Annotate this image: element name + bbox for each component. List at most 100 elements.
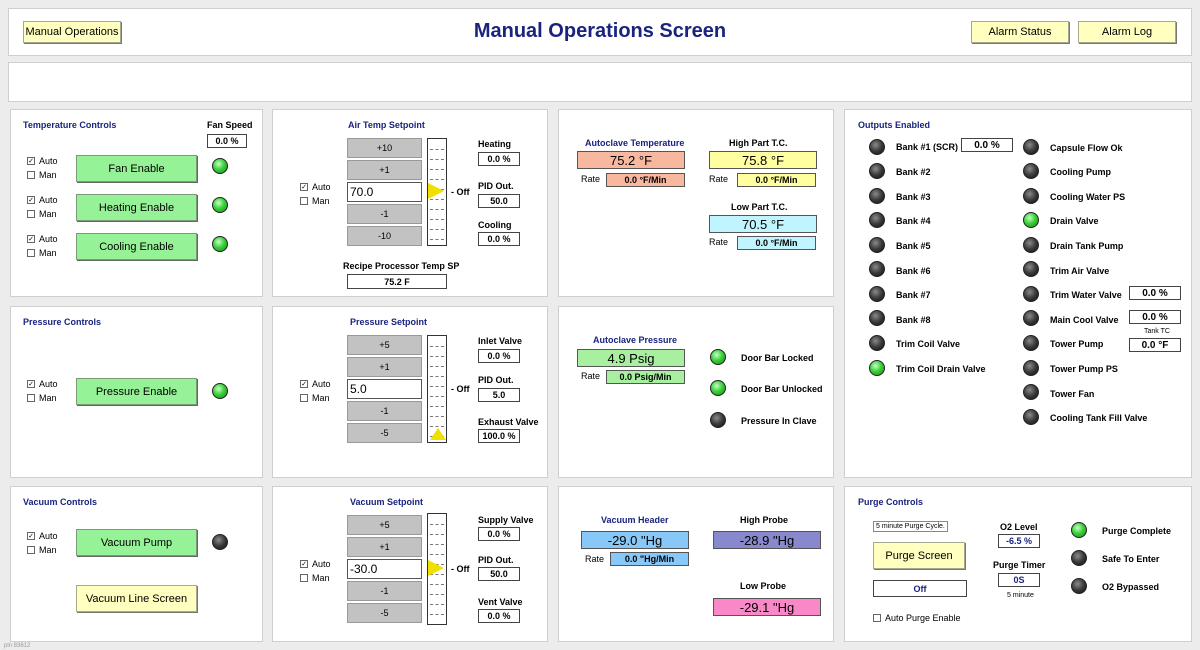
air-plus1-button[interactable]: +1 bbox=[347, 160, 422, 180]
output-label-trim-coil-drain: Trim Coil Drain Valve bbox=[896, 364, 986, 374]
vacuum-auto-checkbox[interactable]: ✓ Auto bbox=[27, 531, 58, 541]
cooling-label: Cooling bbox=[478, 220, 512, 230]
purge-screen-button[interactable]: Purge Screen bbox=[873, 542, 965, 569]
output-label-trim-water-valve: Trim Water Valve bbox=[1050, 290, 1122, 300]
heating-label: Heating bbox=[478, 139, 512, 149]
output-led-drain-valve bbox=[1023, 212, 1039, 228]
tank-tc-label: Tank TC bbox=[1144, 328, 1170, 335]
autoclave-temperature-panel: Autoclave Temperature 75.2 °F Rate 0.0 °… bbox=[558, 109, 834, 297]
output-led-drain-tank-pump bbox=[1023, 237, 1039, 253]
purge-complete-led bbox=[1071, 522, 1087, 538]
output-led-tower-fan bbox=[1023, 384, 1039, 400]
air-plus10-button[interactable]: +10 bbox=[347, 138, 422, 158]
pressure-setpoint-pointer bbox=[430, 428, 446, 440]
vacuum-line-screen-button[interactable]: Vacuum Line Screen bbox=[76, 585, 197, 612]
heating-enable-button[interactable]: Heating Enable bbox=[76, 194, 197, 221]
output-label-trim-air-valve: Trim Air Valve bbox=[1050, 266, 1110, 276]
autoclave-pressure-panel: Autoclave Pressure 4.9 Psig Rate 0.0 Psi… bbox=[558, 306, 834, 478]
vacuum-man-checkbox[interactable]: Man bbox=[27, 545, 57, 555]
fan-man-checkbox[interactable]: Man bbox=[27, 170, 57, 180]
air-minus10-button[interactable]: -10 bbox=[347, 226, 422, 246]
tank-tc-value: 0.0 °F bbox=[1129, 338, 1181, 352]
vacuum-sp-auto-checkbox[interactable]: ✓ Auto bbox=[300, 559, 331, 569]
cooling-value: 0.0 % bbox=[478, 232, 520, 246]
output-label-bank8: Bank #8 bbox=[896, 315, 931, 325]
footer-id: pln 83612 bbox=[4, 643, 31, 649]
output-label-capsule-flow: Capsule Flow Ok bbox=[1050, 143, 1123, 153]
air-minus1-button[interactable]: -1 bbox=[347, 204, 422, 224]
heating-man-checkbox[interactable]: Man bbox=[27, 209, 57, 219]
rate-label: Rate bbox=[585, 554, 605, 564]
o2-level-label: O2 Level bbox=[1000, 522, 1038, 532]
vacuum-sp-man-checkbox[interactable]: Man bbox=[300, 573, 330, 583]
vacuum-plus1-button[interactable]: +1 bbox=[347, 537, 422, 557]
supply-valve-label: Supply Valve bbox=[478, 515, 534, 525]
output-led-bank1 bbox=[869, 139, 885, 155]
output-led-trim-coil bbox=[869, 335, 885, 351]
pressure-plus5-button[interactable]: +5 bbox=[347, 335, 422, 355]
pressure-auto-checkbox[interactable]: ✓ Auto bbox=[27, 379, 58, 389]
rate-label: Rate bbox=[581, 174, 601, 184]
vacuum-setpoint-input[interactable]: -30.0 bbox=[347, 559, 422, 579]
pressure-sp-auto-checkbox[interactable]: ✓ Auto bbox=[300, 379, 331, 389]
purge-complete-label: Purge Complete bbox=[1102, 526, 1172, 536]
pressure-man-checkbox[interactable]: Man bbox=[27, 393, 57, 403]
fan-enable-button[interactable]: Fan Enable bbox=[76, 155, 197, 182]
pressure-minus5-button[interactable]: -5 bbox=[347, 423, 422, 443]
vacuum-setpoint-pointer bbox=[428, 560, 444, 576]
panel-title: Air Temp Setpoint bbox=[348, 120, 425, 130]
air-man-checkbox[interactable]: Man bbox=[300, 196, 330, 206]
air-auto-checkbox[interactable]: ✓ Auto bbox=[300, 182, 331, 192]
pressure-enable-button[interactable]: Pressure Enable bbox=[76, 378, 197, 405]
autoclave-temp-rate: 0.0 °F/Min bbox=[606, 173, 685, 187]
vacuum-pump-button[interactable]: Vacuum Pump bbox=[76, 529, 197, 556]
main-cool-value: 0.0 % bbox=[1129, 310, 1181, 324]
autoclave-pressure-value: 4.9 Psig bbox=[577, 349, 685, 367]
heating-auto-checkbox[interactable]: ✓ Auto bbox=[27, 195, 58, 205]
alarm-log-button[interactable]: Alarm Log bbox=[1078, 21, 1176, 43]
fan-auto-checkbox[interactable]: ✓ Auto bbox=[27, 156, 58, 166]
cooling-man-checkbox[interactable]: Man bbox=[27, 248, 57, 258]
pressure-sp-man-checkbox[interactable]: Man bbox=[300, 393, 330, 403]
air-setpoint-input[interactable]: 70.0 bbox=[347, 182, 422, 202]
pressure-plus1-button[interactable]: +1 bbox=[347, 357, 422, 377]
high-probe-label: High Probe bbox=[740, 515, 789, 525]
door-bar-unlocked-led bbox=[710, 380, 726, 396]
autoclave-pressure-rate: 0.0 Psig/Min bbox=[606, 370, 685, 384]
output-led-main-cool-valve bbox=[1023, 310, 1039, 326]
fan-speed-label: Fan Speed bbox=[207, 120, 253, 130]
output-led-bank4 bbox=[869, 212, 885, 228]
panel-title: Autoclave Temperature bbox=[585, 138, 685, 148]
air-setpoint-pointer bbox=[428, 183, 444, 199]
manual-operations-button[interactable]: Manual Operations bbox=[23, 21, 121, 43]
output-label-tower-pump-ps: Tower Pump PS bbox=[1050, 364, 1118, 374]
output-label-drain-tank-pump: Drain Tank Pump bbox=[1050, 241, 1124, 251]
cooling-auto-checkbox[interactable]: ✓ Auto bbox=[27, 234, 58, 244]
vacuum-setpoint-panel: Vacuum Setpoint ✓ Auto Man +5 +1 -30.0 -1… bbox=[272, 486, 548, 642]
panel-title: Outputs Enabled bbox=[858, 120, 930, 130]
output-label-drain-valve: Drain Valve bbox=[1050, 216, 1099, 226]
vacuum-controls-panel: Vacuum Controls ✓ Auto Man Vacuum Pump Va… bbox=[10, 486, 263, 642]
pressure-setpoint-input[interactable]: 5.0 bbox=[347, 379, 422, 399]
pressure-controls-panel: Pressure Controls ✓ Auto Man Pressure Ena… bbox=[10, 306, 263, 478]
pressure-in-clave-label: Pressure In Clave bbox=[741, 416, 817, 426]
output-label-cooling-pump: Cooling Pump bbox=[1050, 167, 1111, 177]
air-temp-setpoint-panel: Air Temp Setpoint ✓ Auto Man +10 +1 70.0 … bbox=[272, 109, 548, 297]
cooling-enable-button[interactable]: Cooling Enable bbox=[76, 233, 197, 260]
vacuum-minus1-button[interactable]: -1 bbox=[347, 581, 422, 601]
pid-out-value: 50.0 bbox=[478, 194, 520, 208]
auto-purge-checkbox[interactable]: Auto Purge Enable bbox=[873, 613, 961, 623]
outputs-enabled-panel: Outputs Enabled Bank #1 (SCR) 0.0 % Bank… bbox=[844, 109, 1192, 478]
vacuum-plus5-button[interactable]: +5 bbox=[347, 515, 422, 535]
rate-label: Rate bbox=[709, 237, 729, 247]
panel-title: Pressure Setpoint bbox=[350, 317, 428, 327]
alarm-status-button[interactable]: Alarm Status bbox=[971, 21, 1069, 43]
vacuum-header-rate: 0.0 "Hg/Min bbox=[610, 552, 689, 566]
vacuum-minus5-button[interactable]: -5 bbox=[347, 603, 422, 623]
pressure-minus1-button[interactable]: -1 bbox=[347, 401, 422, 421]
output-label-bank2: Bank #2 bbox=[896, 167, 931, 177]
vent-valve-label: Vent Valve bbox=[478, 597, 523, 607]
message-bar bbox=[8, 62, 1192, 102]
recipe-sp-label: Recipe Processor Temp SP bbox=[343, 261, 460, 271]
autoclave-temp-value: 75.2 °F bbox=[577, 151, 685, 169]
